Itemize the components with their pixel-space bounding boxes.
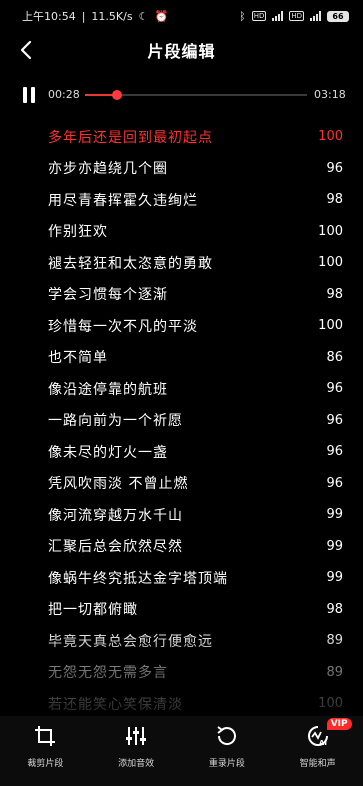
audio-player: 00:28 03:18 (0, 82, 363, 108)
lyric-score: 96 (326, 381, 343, 397)
lyric-score: 99 (326, 570, 343, 586)
lyric-row[interactable]: 汇聚后总会欣然尽然 99 (0, 531, 363, 563)
lyric-row[interactable]: 若还能笑心笑保清淡 100 (0, 688, 363, 720)
lyric-row[interactable]: 像未尽的灯火一盏 96 (0, 436, 363, 468)
lyric-row[interactable]: 毕竟天真总会愈行便愈远 89 (0, 625, 363, 657)
lyric-row[interactable]: 把一切都俯瞰 98 (0, 594, 363, 626)
lyric-row[interactable]: 用尽青春挥霍久违绚烂 98 (0, 184, 363, 216)
lyric-score: 96 (326, 444, 343, 460)
bluetooth-icon: ᛒ (239, 9, 246, 23)
lyric-text: 像蜗牛终究抵达金字塔顶端 (48, 570, 228, 587)
hd-icon: HD (251, 11, 267, 21)
progress-track[interactable] (85, 90, 307, 100)
crop-label: 裁剪片段 (27, 759, 64, 769)
lyric-text: 像河流穿越万水千山 (48, 507, 183, 524)
lyric-text: 无怨无怨无需多言 (48, 665, 168, 682)
back-button[interactable] (14, 38, 38, 62)
lyric-score: 89 (326, 664, 343, 680)
lyric-text: 珍惜每一次不凡的平淡 (48, 318, 198, 335)
vip-badge: VIP (326, 718, 352, 730)
lyric-text: 像沿途停靠的航班 (48, 381, 168, 398)
lyric-row[interactable]: 像河流穿越万水千山 99 (0, 499, 363, 531)
lyric-text: 汇聚后总会欣然尽然 (48, 539, 183, 556)
lyric-score: 99 (326, 507, 343, 523)
lyric-score: 98 (326, 286, 343, 302)
lyric-row[interactable]: 珍惜每一次不凡的平淡 100 (0, 310, 363, 342)
crop-button[interactable]: 裁剪片段 (5, 724, 85, 769)
lyric-row[interactable]: 无怨无怨无需多言 89 (0, 657, 363, 689)
battery-indicator: 66 (327, 10, 349, 22)
signal-icon-2 (310, 11, 321, 21)
lyric-score: 99 (326, 538, 343, 554)
pause-button[interactable] (22, 87, 36, 103)
lyric-row[interactable]: 学会习惯每个逐渐 98 (0, 279, 363, 311)
lyric-row[interactable]: 多年后还是回到最初起点 100 (0, 121, 363, 153)
rerecord-icon (217, 726, 236, 745)
add-sound-effect-label: 添加音效 (118, 759, 155, 769)
lyric-row[interactable]: 亦步亦趋绕几个圈 96 (0, 153, 363, 185)
lyric-text: 凭风吹雨淡 不曾止燃 (48, 476, 189, 493)
alarm-icon: ⏰ (154, 9, 169, 23)
lyric-score: 86 (326, 349, 343, 365)
lyric-text: 褪去轻狂和太恣意的勇敢 (48, 255, 213, 272)
lyric-score: 100 (318, 255, 343, 271)
lyric-text: 作别狂欢 (48, 224, 108, 241)
lyric-score: 89 (326, 633, 343, 649)
lyric-text: 像未尽的灯火一盏 (48, 444, 168, 461)
lyric-score: 100 (318, 696, 343, 712)
lyric-score: 98 (326, 601, 343, 617)
moon-icon: ☾ (138, 9, 149, 23)
total-time: 03:18 (314, 88, 346, 101)
lyric-score: 100 (318, 129, 343, 145)
page-header: 片段编辑 (0, 32, 363, 68)
lyric-text: 也不简单 (48, 350, 108, 367)
lyric-text: 若还能笑心笑保清淡 (48, 696, 183, 713)
lyric-text: 多年后还是回到最初起点 (48, 129, 213, 146)
lyric-row[interactable]: 褪去轻狂和太恣意的勇敢 100 (0, 247, 363, 279)
lyric-list[interactable]: 多年后还是回到最初起点 100 亦步亦趋绕几个圈 96 用尽青春挥霍久违绚烂 98 作别狂欢… (0, 121, 363, 721)
svg-text:AI: AI (319, 739, 327, 747)
lyric-row[interactable]: 也不简单 86 (0, 342, 363, 374)
lyric-row[interactable]: 作别狂欢 100 (0, 216, 363, 248)
status-bar: 上午10:54 | 11.5K/s ☾ ⏰ ᛒ HD HD 66 (0, 0, 363, 32)
add-sound-effect-button[interactable]: 添加音效 (96, 724, 176, 769)
lyric-score: 96 (326, 160, 343, 176)
lyric-text: 用尽青春挥霍久违绚烂 (48, 192, 198, 209)
page-title: 片段编辑 (147, 42, 216, 61)
lyric-text: 一路向前为一个祈愿 (48, 413, 183, 430)
current-time: 00:28 (48, 88, 80, 101)
lyric-text: 学会习惯每个逐渐 (48, 287, 168, 304)
lyric-score: 100 (318, 223, 343, 239)
sliders-icon (126, 727, 147, 745)
hd-icon-2: HD (289, 11, 304, 21)
lyric-score: 100 (318, 318, 343, 334)
lyric-row[interactable]: 像沿途停靠的航班 96 (0, 373, 363, 405)
net-speed: 11.5K/s (91, 9, 133, 23)
lyric-row[interactable]: 一路向前为一个祈愿 96 (0, 405, 363, 437)
lyric-text: 毕竟天真总会愈行便愈远 (48, 633, 213, 650)
rerecord-button[interactable]: 重录片段 (187, 724, 267, 769)
ai-harmony-label: 智能和声 (299, 759, 336, 769)
lyric-score: 98 (326, 192, 343, 208)
lyric-row[interactable]: 凭风吹雨淡 不曾止燃 96 (0, 468, 363, 500)
lyric-row[interactable]: 像蜗牛终究抵达金字塔顶端 99 (0, 562, 363, 594)
bottom-toolbar: 裁剪片段 添加音效 重录片段 VIP AI 智能和声 (0, 716, 363, 786)
lyric-text: 亦步亦趋绕几个圈 (48, 161, 168, 178)
signal-icon (272, 11, 284, 21)
progress-thumb[interactable] (112, 90, 122, 100)
lyric-score: 96 (326, 412, 343, 428)
chevron-left-icon (20, 40, 32, 60)
lyric-text: 把一切都俯瞰 (48, 602, 138, 619)
rerecord-label: 重录片段 (208, 759, 245, 769)
crop-icon (35, 726, 56, 746)
lyric-score: 96 (326, 475, 343, 491)
clock: 上午10:54 (22, 10, 76, 23)
ai-harmony-button[interactable]: VIP AI 智能和声 (278, 718, 358, 769)
